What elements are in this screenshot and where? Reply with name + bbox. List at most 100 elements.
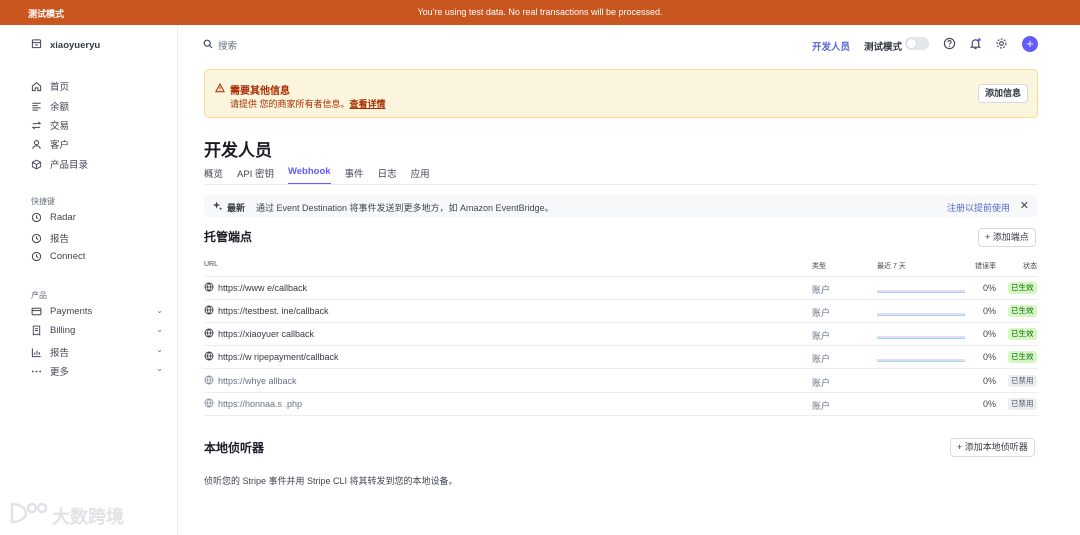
test-mode-toggle-label: 测试模式 [864, 42, 903, 53]
banner-message: 请提供 您的商家所有者信息。 [230, 99, 350, 109]
col-error-rate: 错误率 [975, 263, 996, 270]
globe-icon [204, 305, 214, 317]
local-listeners-description: 侦听您的 Stripe 事件并用 Stripe CLI 将其转发到您的本地设备。 [204, 476, 458, 486]
col-recent: 最近 7 天 [877, 263, 906, 270]
sidebar-item-label: 余额 [50, 102, 70, 113]
sidebar-item-radar[interactable]: Radar [31, 212, 163, 223]
help-icon[interactable] [943, 37, 956, 50]
table-row[interactable]: https://honnaa.s .php 账户 0% 已禁用 [204, 393, 1038, 416]
sidebar-item-reports[interactable]: 报告 ⌄ [31, 345, 163, 359]
add-local-listener-label: 添加本地侦听器 [964, 442, 1028, 452]
news-text: 通过 Event Destination 将事件发送到更多地方，如 Amazon… [256, 203, 554, 213]
sidebar-item-products[interactable]: 产品目录 [31, 157, 163, 171]
more-icon [31, 366, 42, 377]
status-badge: 已禁用 [1008, 398, 1037, 410]
status-badge: 已生效 [1008, 328, 1037, 340]
tab-bar: 概览 API 密钥 Webhook 事件 日志 应用 [204, 166, 444, 185]
sidebar-item-transactions[interactable]: 交易 [31, 118, 163, 132]
endpoint-type: 账户 [812, 354, 831, 364]
search-input[interactable]: 搜索 [203, 38, 237, 52]
chevron-down-icon: ⌄ [156, 325, 163, 334]
table-row[interactable]: https://xiaoyuer callback 账户 0% 已生效 [204, 323, 1038, 346]
endpoint-type: 账户 [812, 401, 831, 411]
tab-webhook[interactable]: Webhook [287, 166, 331, 185]
sidebar-item-reports-shortcut[interactable]: 报告 [31, 231, 163, 245]
endpoint-url[interactable]: https://w ripepayment/callback [218, 352, 808, 362]
status-badge: 已生效 [1008, 351, 1037, 363]
col-type: 类型 [812, 263, 826, 270]
customer-icon [31, 139, 42, 150]
sparkle-icon [212, 200, 223, 213]
view-details-link[interactable]: 查看详情 [350, 99, 386, 109]
sidebar-item-label: 首页 [50, 82, 70, 93]
payments-icon [31, 306, 42, 317]
error-rate: 0% [983, 376, 997, 386]
developers-link[interactable]: 开发人员 [812, 39, 850, 53]
activity-sparkline [877, 332, 965, 342]
tab-overview[interactable]: 概览 [204, 166, 223, 185]
top-header: 搜索 开发人员 测试模式 + [178, 25, 1080, 63]
gear-icon[interactable] [995, 37, 1008, 50]
sidebar-item-payments[interactable]: Payments ⌄ [31, 306, 163, 317]
add-endpoint-label: 添加端点 [992, 232, 1029, 242]
account-name: xiaoyueryu [50, 39, 101, 51]
sidebar-item-connect[interactable]: Connect [31, 251, 163, 262]
watermark-text: 大数跨境 [52, 506, 124, 527]
tab-logs[interactable]: 日志 [378, 166, 397, 185]
add-info-button[interactable]: 添加信息 [977, 84, 1028, 103]
sidebar-item-label: Billing [50, 325, 76, 336]
endpoint-url[interactable]: https://testbest. ine/callback [218, 306, 808, 316]
globe-icon [204, 375, 214, 387]
table-row[interactable]: https://testbest. ine/callback 账户 0% 已生效 [204, 300, 1038, 323]
early-access-link[interactable]: 注册以提前使用 [947, 201, 1010, 214]
sidebar-item-more[interactable]: 更多 ⌄ [31, 364, 163, 378]
sidebar-item-label: 客户 [50, 140, 70, 151]
bell-icon[interactable] [969, 37, 982, 50]
sidebar-item-billing[interactable]: Billing ⌄ [31, 325, 163, 336]
tab-events[interactable]: 事件 [345, 166, 364, 185]
endpoint-url[interactable]: https://honnaa.s .php [218, 399, 808, 409]
error-rate: 0% [983, 399, 997, 409]
test-mode-message: You're using test data. No real transact… [417, 7, 663, 17]
sidebar-item-label: 交易 [50, 121, 70, 132]
error-rate: 0% [983, 329, 997, 339]
sidebar-item-label: 产品目录 [50, 160, 89, 171]
col-url: URL [204, 261, 219, 268]
chevron-down-icon: ⌄ [156, 364, 163, 373]
tab-api-keys[interactable]: API 密钥 [237, 166, 274, 185]
globe-icon [204, 398, 214, 410]
sidebar-item-home[interactable]: 首页 [31, 79, 163, 93]
tab-apps[interactable]: 应用 [411, 166, 430, 185]
sidebar-item-label: Payments [50, 306, 93, 317]
endpoint-type: 账户 [812, 308, 831, 318]
test-mode-toggle[interactable] [905, 37, 929, 50]
add-endpoint-button[interactable]: + 添加端点 [978, 228, 1036, 247]
table-row[interactable]: https://w ripepayment/callback 账户 0% 已生效 [204, 346, 1038, 369]
endpoint-type: 账户 [812, 378, 831, 388]
account-switcher[interactable]: xiaoyueryu [31, 38, 100, 52]
create-new-button[interactable]: + [1022, 36, 1038, 52]
endpoint-url[interactable]: https://whye allback [218, 376, 808, 386]
local-listeners-title: 本地侦听器 [204, 441, 265, 455]
sidebar-item-balance[interactable]: 余额 [31, 99, 163, 113]
globe-icon [204, 328, 214, 340]
news-label: 最新 [227, 203, 246, 213]
transactions-icon [31, 120, 42, 131]
store-icon [31, 38, 42, 52]
activity-sparkline [877, 309, 965, 319]
plus-icon: + [957, 442, 965, 452]
close-icon[interactable]: ✕ [1020, 199, 1029, 212]
endpoint-url[interactable]: https://xiaoyuer callback [218, 329, 808, 339]
table-row[interactable]: https://www e/callback 账户 0% 已生效 [204, 277, 1038, 300]
add-local-listener-button[interactable]: + 添加本地侦听器 [950, 438, 1035, 457]
globe-icon [204, 282, 214, 294]
endpoint-url[interactable]: https://www e/callback [218, 283, 808, 293]
sidebar-item-customers[interactable]: 客户 [31, 137, 163, 151]
clock-icon [31, 251, 42, 262]
page-title: 开发人员 [204, 141, 272, 160]
watermark: 大数跨境 [8, 500, 124, 531]
sidebar-item-label: 更多 [50, 367, 70, 378]
col-status: 状态 [1023, 263, 1037, 270]
table-row[interactable]: https://whye allback 账户 0% 已禁用 [204, 370, 1038, 393]
globe-icon [204, 351, 214, 363]
